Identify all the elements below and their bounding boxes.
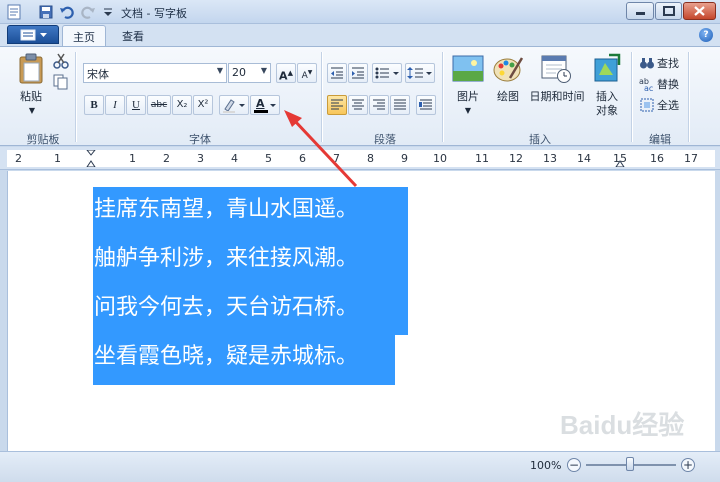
status-bar: 100% − + — [0, 451, 720, 482]
zoom-slider-thumb[interactable] — [626, 457, 634, 471]
zoom-in-button[interactable]: + — [681, 458, 695, 472]
zoom-out-button[interactable]: − — [567, 458, 581, 472]
zoom-level: 100% — [530, 459, 562, 472]
watermark-logo: Baidu经验 — [560, 410, 685, 440]
